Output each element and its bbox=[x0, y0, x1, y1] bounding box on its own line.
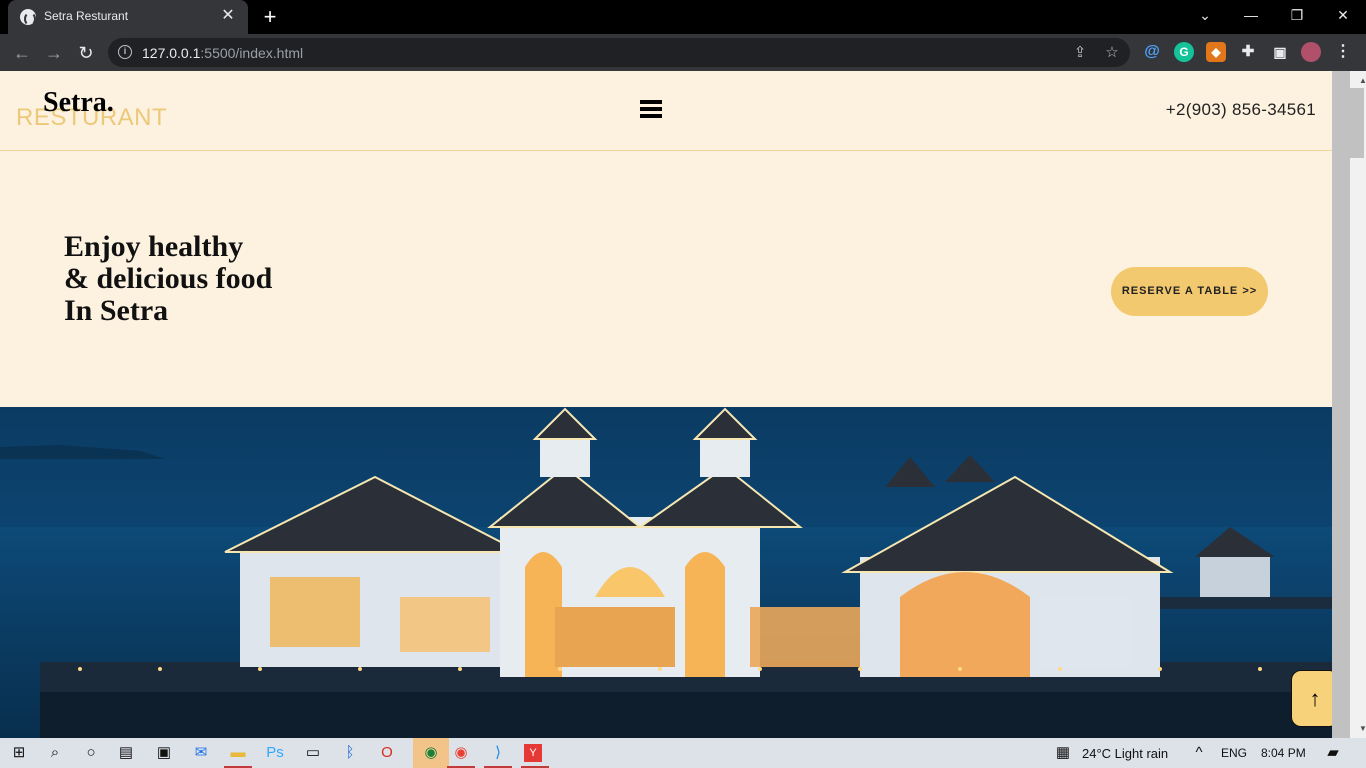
forward-icon[interactable]: → bbox=[40, 39, 68, 67]
windows-start-icon[interactable]: ⊞ bbox=[8, 742, 30, 764]
grammarly-icon[interactable]: G bbox=[1174, 42, 1194, 62]
address-bar[interactable]: i 127.0.0.1:5500/index.html ⇪ ☆ bbox=[108, 38, 1130, 67]
share-icon[interactable]: ⇪ bbox=[1070, 43, 1090, 63]
minimize-button[interactable]: — bbox=[1228, 0, 1274, 30]
windows-taskbar: ⊞ ⌕ ○ ▤ ▣ ✉ ▬ Ps ▭ ᛒ O ◉ ◉ ⟩ Y ▦ 24°C Li… bbox=[0, 738, 1366, 768]
browser-tab[interactable]: Setra Resturant ✕ bbox=[8, 0, 248, 34]
language-indicator[interactable]: ENG bbox=[1221, 746, 1247, 760]
hero-title-line: & delicious food bbox=[64, 262, 273, 295]
new-tab-button[interactable]: + bbox=[258, 4, 282, 30]
tab-search-icon[interactable]: ⌄ bbox=[1182, 0, 1228, 30]
browser-tabstrip: Setra Resturant ✕ + ⌄ — ❐ ✕ bbox=[0, 0, 1366, 34]
hero-title-line: In Setra bbox=[64, 294, 169, 327]
store-icon[interactable]: ▣ bbox=[153, 742, 175, 764]
weather-news-icon[interactable]: ▦ bbox=[1052, 742, 1074, 764]
mail-icon[interactable]: ✉ bbox=[190, 742, 212, 764]
scroll-up-arrow-icon[interactable]: ▲ bbox=[1359, 76, 1366, 85]
cortana-icon[interactable]: ○ bbox=[80, 742, 102, 764]
site-header: RESTURANT Setra. +2(903) 856-34561 bbox=[0, 71, 1332, 151]
scroll-down-arrow-icon[interactable]: ▼ bbox=[1359, 724, 1366, 733]
url-text[interactable]: 127.0.0.1:5500/index.html bbox=[142, 45, 303, 61]
clock-time[interactable]: 8:04 PM bbox=[1261, 746, 1306, 760]
close-window-button[interactable]: ✕ bbox=[1320, 0, 1366, 30]
extension-at-icon[interactable]: @ bbox=[1142, 42, 1162, 62]
photoshop-icon[interactable]: Ps bbox=[264, 742, 286, 764]
scrollbar-thumb[interactable] bbox=[1350, 88, 1364, 158]
tab-title: Setra Resturant bbox=[44, 9, 129, 23]
extensions-puzzle-icon[interactable]: ✚ bbox=[1238, 42, 1258, 62]
scrollbar-track[interactable] bbox=[1332, 71, 1350, 738]
site-logo[interactable]: Setra. bbox=[43, 87, 114, 119]
hamburger-menu-icon[interactable] bbox=[640, 100, 662, 118]
reserve-table-button[interactable]: RESERVE A TABLE >> bbox=[1111, 267, 1268, 316]
page-viewport: RESTURANT Setra. +2(903) 856-34561 Enjoy… bbox=[0, 71, 1332, 738]
chrome-icon[interactable]: ◉ bbox=[450, 742, 472, 764]
reload-icon[interactable]: ↻ bbox=[72, 39, 100, 67]
close-tab-icon[interactable]: ✕ bbox=[218, 6, 238, 26]
hero-restaurant-image bbox=[0, 407, 1332, 738]
globe-icon bbox=[20, 9, 36, 26]
browser-toolbar: ← → ↻ i 127.0.0.1:5500/index.html ⇪ ☆ @ … bbox=[0, 34, 1366, 71]
weather-text[interactable]: 24°C Light rain bbox=[1082, 746, 1168, 761]
opera-icon[interactable]: O bbox=[376, 742, 398, 764]
site-info-icon[interactable]: i bbox=[118, 45, 132, 59]
chevron-up-icon[interactable]: ^ bbox=[1188, 742, 1210, 764]
restore-button[interactable]: ❐ bbox=[1274, 0, 1320, 30]
profile-avatar[interactable] bbox=[1301, 42, 1321, 62]
bluetooth-icon[interactable]: ᛒ bbox=[339, 742, 361, 764]
hero-title: Enjoy healthy & delicious food In Setra bbox=[64, 231, 464, 327]
phone-number[interactable]: +2(903) 856-34561 bbox=[1166, 100, 1316, 120]
bookmark-star-icon[interactable]: ☆ bbox=[1102, 43, 1122, 63]
edge-icon[interactable]: ◉ bbox=[413, 738, 449, 768]
vscode-icon[interactable]: ⟩ bbox=[487, 742, 509, 764]
back-to-top-button[interactable]: ↑ bbox=[1291, 670, 1332, 727]
back-icon[interactable]: ← bbox=[8, 39, 36, 67]
terminal-icon[interactable]: ▭ bbox=[302, 742, 324, 764]
yandex-icon[interactable]: Y bbox=[524, 744, 542, 762]
file-explorer-icon[interactable]: ▬ bbox=[227, 742, 249, 764]
menu-kebab-icon[interactable]: ⋮ bbox=[1333, 42, 1353, 62]
task-view-icon[interactable]: ▤ bbox=[115, 742, 137, 764]
search-icon[interactable]: ⌕ bbox=[44, 742, 66, 764]
side-panel-icon[interactable]: ▣ bbox=[1270, 42, 1290, 62]
notifications-icon[interactable]: ▰ bbox=[1322, 742, 1344, 764]
metamask-icon[interactable]: ◆ bbox=[1206, 42, 1226, 62]
hero-title-line: Enjoy healthy bbox=[64, 230, 244, 263]
